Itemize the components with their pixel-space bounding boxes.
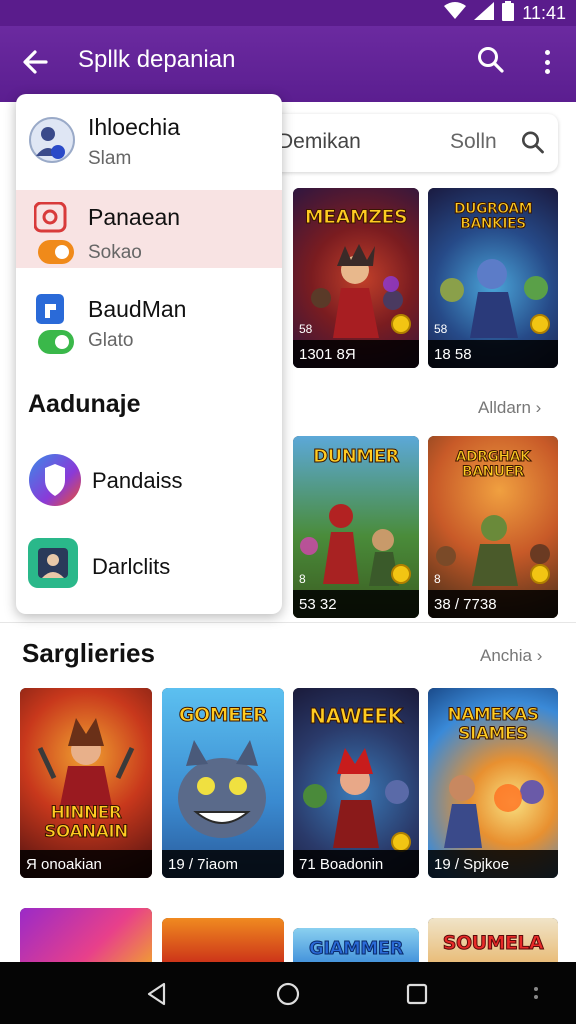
drawer-heading: Aadunaje (28, 390, 141, 418)
bookmark-icon (36, 294, 66, 331)
home-nav-button[interactable] (276, 982, 300, 1011)
account-status: Sokao (88, 242, 142, 263)
game-stats: 1301 8Я (299, 346, 356, 363)
wifi-icon (444, 1, 467, 25)
back-nav-button[interactable] (146, 982, 168, 1011)
game-tile[interactable]: MEAMZES 58 1301 8Я (293, 188, 419, 368)
app-bar: Spllk depanian (0, 26, 576, 102)
game-tile[interactable]: SOUMELA (428, 918, 558, 968)
status-bar: 11:41 (0, 0, 576, 26)
badge-icon (530, 314, 550, 334)
account-status: Slam (88, 148, 132, 169)
chevron-right-icon: › (536, 646, 543, 665)
search-icon (478, 47, 504, 73)
page-title: Spllk depanian (78, 46, 236, 73)
system-nav-bar (0, 962, 576, 1024)
drawer-item-account[interactable]: BaudMan Glato (16, 280, 282, 364)
section-action-label: Alldarn (478, 398, 531, 417)
game-title: SOUMELA (442, 932, 544, 955)
game-stats: 71 Boadonin (299, 856, 384, 873)
toggle-icon (38, 240, 74, 269)
game-tile[interactable] (162, 918, 284, 968)
search-text: Demikan (278, 130, 361, 153)
nav-extra-icon[interactable] (532, 986, 540, 1007)
battery-icon (502, 0, 515, 26)
game-title: NAWEEK (309, 704, 404, 729)
game-tile[interactable]: NAMEKAS SIAMES 19 / Spjkoe (428, 688, 558, 878)
badge-icon (530, 564, 550, 584)
triangle-back-icon (147, 982, 166, 1006)
game-stats: 53 32 (299, 596, 337, 613)
game-count: 8 (434, 572, 441, 586)
recents-nav-button[interactable] (406, 983, 428, 1010)
toggle-icon (38, 330, 74, 359)
search-hint: Solln (450, 130, 497, 153)
game-title: DUNMER (313, 446, 400, 468)
game-stats: Я onoakian (26, 856, 102, 873)
section-action-label: Anchia (480, 646, 532, 665)
account-drawer: Ihloechia Slam Panaean Sokao BaudMan Gla… (16, 94, 282, 614)
more-options-button[interactable] (538, 46, 556, 78)
drawer-item-app[interactable]: Darlclits (16, 530, 282, 604)
game-tile[interactable]: DUGROAM BANKIES 58 18 58 (428, 188, 558, 368)
game-count: 8 (299, 572, 306, 586)
game-count: 58 (299, 322, 313, 336)
account-avatar-icon (28, 116, 76, 171)
game-tile[interactable]: GOMEER 19 / 7iaom (162, 688, 284, 878)
game-title: GIAMMER (309, 938, 404, 960)
game-tile[interactable] (20, 908, 152, 968)
game-title: ADRGHAK BANUER (455, 449, 531, 480)
game-tile[interactable]: ADRGHAK BANUER 8 38 / 7738 (428, 436, 558, 618)
drawer-item-app[interactable]: Pandaiss (16, 444, 282, 518)
account-name: BaudMan (88, 296, 187, 322)
game-art (20, 908, 152, 968)
account-status: Glato (88, 330, 134, 351)
arrow-left-icon (23, 50, 48, 74)
game-title: MEAMZES (304, 206, 408, 229)
game-stats: 19 / Spjkoe (434, 856, 510, 873)
search-input[interactable]: Demikan Solln (250, 114, 558, 172)
section-see-all-link[interactable]: Anchia › (480, 646, 542, 666)
status-time: 11:41 (522, 2, 566, 23)
circle-home-icon (276, 982, 300, 1006)
more-dot-icon (544, 69, 550, 74)
badge-icon (391, 832, 411, 852)
game-tile[interactable]: HINNER SOANAIN Я onoakian (20, 688, 152, 878)
account-name: Ihloechia (88, 114, 181, 140)
chevron-right-icon: › (535, 398, 542, 417)
search-button[interactable] (476, 44, 506, 76)
game-art (162, 918, 284, 968)
image-app-icon (28, 538, 80, 595)
more-dot-icon (544, 59, 550, 65)
badge-icon (391, 314, 411, 334)
section-title: Sarglieries (22, 638, 155, 668)
section-see-all-link[interactable]: Alldarn › (478, 398, 541, 418)
drawer-item-account-sub: Sokao (16, 234, 282, 274)
game-stats: 18 58 (434, 346, 472, 363)
account-name: Panaean (88, 204, 181, 230)
more-dot-icon (544, 50, 550, 55)
drawer-item-account[interactable]: Ihloechia Slam (16, 94, 282, 186)
game-tile[interactable]: NAWEEK 71 Boadonin (293, 688, 419, 878)
section-divider (0, 622, 576, 623)
game-stats: 38 / 7738 (434, 596, 497, 613)
game-title: GOMEER (178, 704, 268, 727)
app-label: Pandaiss (92, 468, 183, 493)
game-stats: 19 / 7iaom (168, 856, 239, 873)
square-recents-icon (406, 983, 428, 1005)
game-count: 58 (434, 322, 448, 336)
game-title: NAMEKAS SIAMES (447, 705, 540, 744)
badge-icon (391, 564, 411, 584)
back-button[interactable] (18, 44, 54, 80)
search-icon[interactable] (520, 129, 546, 157)
signal-icon (474, 1, 495, 25)
app-label: Darlclits (92, 554, 171, 579)
game-title: HINNER SOANAIN (44, 803, 129, 842)
game-tile[interactable]: DUNMER 8 53 32 (293, 436, 419, 618)
shield-app-icon (28, 452, 82, 513)
game-title: DUGROAM BANKIES (453, 201, 533, 232)
